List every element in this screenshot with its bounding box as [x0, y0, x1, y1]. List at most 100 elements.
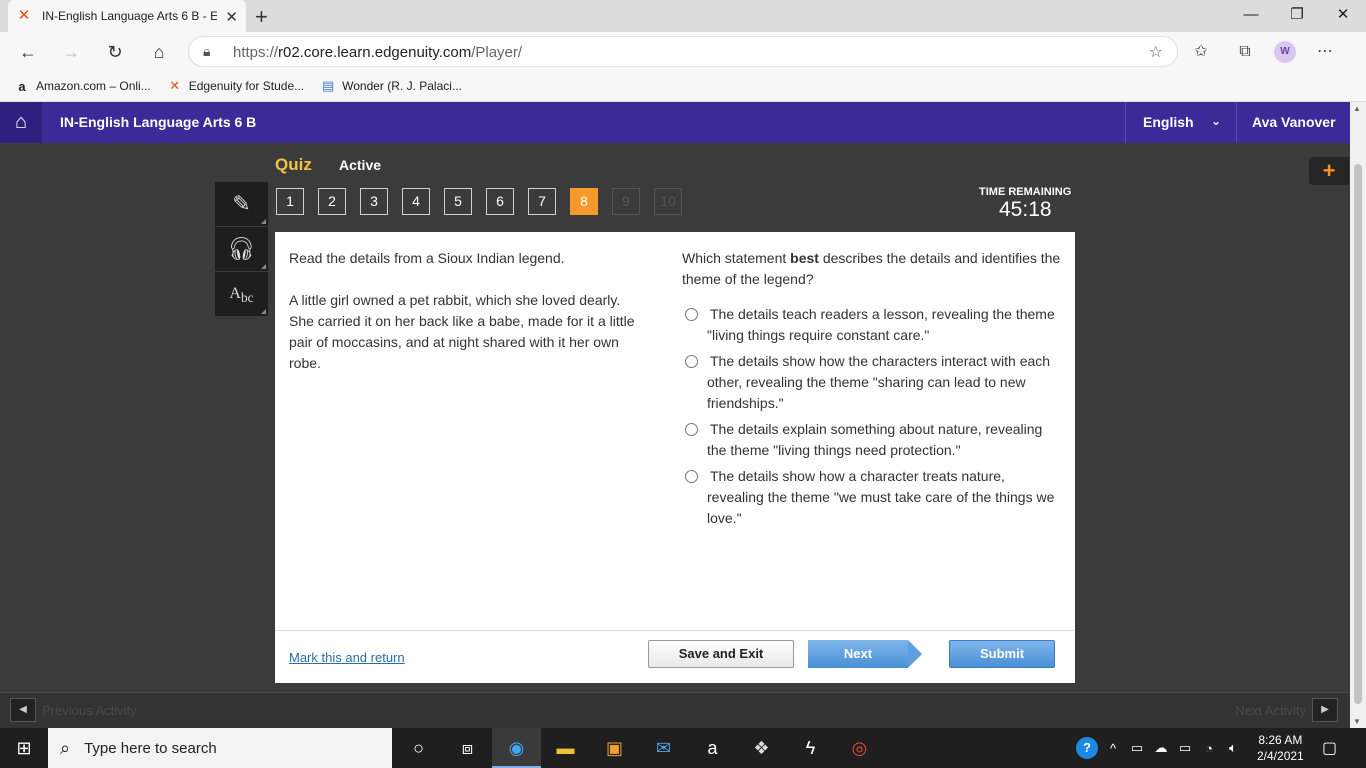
question-panel: Read the details from a Sioux Indian leg…	[275, 232, 1075, 683]
windows-taskbar: ⊞ ⌕ Type here to search ○ ⧈ ◉ ▬ ▣ ✉ a ❖ …	[0, 728, 1366, 768]
windows-start-icon[interactable]: ⊞	[0, 728, 48, 768]
quiz-label: Quiz	[275, 155, 312, 174]
option-text: The details show how the characters inte…	[707, 353, 1051, 411]
task-view-icon[interactable]: ⧈	[443, 728, 492, 768]
plus-icon[interactable]: +	[1309, 157, 1349, 185]
lock-icon[interactable]: 🔒︎	[203, 43, 210, 60]
clock-time: 8:26 AM	[1258, 733, 1303, 747]
radio-button[interactable]	[685, 470, 698, 483]
answer-option-1[interactable]: The details teach readers a lesson, reve…	[682, 304, 1062, 346]
question-number-4[interactable]: 4	[402, 188, 430, 215]
tab-close-icon[interactable]: ✕	[225, 8, 238, 26]
file-explorer-icon[interactable]: ▬	[541, 728, 590, 768]
taskbar-search[interactable]: ⌕ Type here to search	[48, 728, 392, 768]
add-favorite-icon[interactable]: ☆	[1149, 42, 1163, 62]
forward-icon[interactable]: →	[57, 38, 85, 66]
mail-icon[interactable]: ✉	[639, 728, 688, 768]
question-number-10: 10	[654, 188, 682, 215]
collections-icon[interactable]: ⧉	[1230, 38, 1260, 66]
radio-button[interactable]	[685, 355, 698, 368]
bookmark-wonder[interactable]: ▤ Wonder (R. J. Palaci...	[320, 78, 462, 94]
previous-activity-label: Previous Activity	[42, 703, 137, 718]
lightning-icon[interactable]: ϟ	[786, 728, 835, 768]
pencil-icon[interactable]: ✎	[215, 182, 268, 226]
help-icon[interactable]: ?	[1076, 737, 1098, 759]
course-home-icon[interactable]: ⌂	[0, 102, 42, 143]
store-icon[interactable]: ▣	[590, 728, 639, 768]
answer-option-2[interactable]: The details show how the characters inte…	[682, 351, 1062, 414]
question-number-5[interactable]: 5	[444, 188, 472, 215]
scroll-down-icon[interactable]: ▼	[1353, 717, 1361, 726]
scroll-up-icon[interactable]: ▲	[1353, 104, 1361, 113]
user-name[interactable]: Ava Vanover	[1236, 102, 1350, 143]
book-icon: ▤	[321, 78, 335, 93]
dictionary-icon[interactable]: Abc	[215, 272, 268, 316]
course-header: ⌂ IN-English Language Arts 6 B English ⌄…	[0, 102, 1350, 143]
question-number-2[interactable]: 2	[318, 188, 346, 215]
passage-intro: Read the details from a Sioux Indian leg…	[289, 250, 565, 266]
meet-now-icon[interactable]: ▭	[1128, 740, 1146, 756]
home-icon[interactable]: ⌂	[145, 38, 173, 66]
more-menu-icon[interactable]: ⋯	[1310, 38, 1340, 66]
question-number-1[interactable]: 1	[276, 188, 304, 215]
time-remaining-label: TIME REMAINING	[979, 186, 1072, 198]
minimize-icon[interactable]: —	[1228, 0, 1274, 32]
onedrive-icon[interactable]: ☁	[1152, 740, 1170, 756]
chevron-down-icon: ⌄	[1210, 114, 1221, 128]
passage-text: A little girl owned a pet rabbit, which …	[289, 292, 635, 371]
question-number-6[interactable]: 6	[486, 188, 514, 215]
headphones-icon[interactable]: 🎧︎	[215, 227, 268, 271]
bookmark-label: Amazon.com – Onli...	[36, 79, 151, 93]
address-bar[interactable]: 🔒︎ https://r02.core.learn.edgenuity.com/…	[188, 36, 1178, 67]
answer-option-3[interactable]: The details explain something about natu…	[682, 419, 1062, 461]
submit-button[interactable]: Submit	[949, 640, 1055, 668]
question-number-7[interactable]: 7	[528, 188, 556, 215]
question-number-8-current[interactable]: 8	[570, 188, 598, 215]
question-number-3[interactable]: 3	[360, 188, 388, 215]
next-activity-button[interactable]: ▶	[1312, 698, 1338, 722]
restore-icon[interactable]: ❐	[1274, 0, 1320, 32]
bookmark-edgenuity[interactable]: ✕ Edgenuity for Stude...	[167, 78, 304, 94]
url-text: https://r02.core.learn.edgenuity.com/Pla…	[233, 44, 523, 61]
volume-icon[interactable]: 🔈︎	[1224, 740, 1242, 756]
scroll-thumb[interactable]	[1354, 164, 1362, 704]
taskbar-clock[interactable]: 8:26 AM 2/4/2021	[1257, 732, 1304, 764]
save-and-exit-button[interactable]: Save and Exit	[648, 640, 794, 668]
dropbox-icon[interactable]: ❖	[737, 728, 786, 768]
answer-option-4[interactable]: The details show how a character treats …	[682, 466, 1062, 529]
amazon-app-icon[interactable]: a	[688, 728, 737, 768]
question-navigator: 1 2 3 4 5 6 7 8 9 10	[276, 188, 682, 215]
question-number-9: 9	[612, 188, 640, 215]
battery-icon[interactable]: ▭	[1176, 740, 1194, 756]
passage: Read the details from a Sioux Indian leg…	[289, 248, 649, 395]
taskbar-apps: ○ ⧈ ◉ ▬ ▣ ✉ a ❖ ϟ ◎	[394, 728, 884, 768]
window-close-icon[interactable]: ✕	[1320, 0, 1366, 32]
radio-button[interactable]	[685, 308, 698, 321]
favorites-icon[interactable]: ✩	[1186, 38, 1216, 66]
next-arrow-shape[interactable]	[908, 640, 922, 668]
bookmark-label: Edgenuity for Stude...	[188, 79, 305, 93]
refresh-icon[interactable]: ↻	[101, 38, 129, 66]
edge-icon[interactable]: ◉	[492, 728, 541, 768]
next-button[interactable]: Next	[808, 640, 908, 668]
quiz-tools: ✎ 🎧︎ Abc	[215, 182, 268, 317]
language-select[interactable]: English ⌄	[1125, 102, 1235, 143]
browser-tab[interactable]: ✕ IN-English Language Arts 6 B - E ✕	[8, 0, 246, 32]
profile-avatar[interactable]: W	[1274, 41, 1296, 63]
mark-and-return-link[interactable]: Mark this and return	[289, 650, 405, 665]
previous-activity-button[interactable]: ◀	[10, 698, 36, 722]
page-scrollbar[interactable]: ▲ ▼	[1350, 102, 1366, 728]
browser-tab-bar: ✕ IN-English Language Arts 6 B - E ✕ + —…	[0, 0, 1366, 32]
new-tab-icon[interactable]: +	[255, 4, 268, 30]
notifications-icon[interactable]: ▢	[1322, 738, 1337, 758]
back-icon[interactable]: ←	[14, 38, 42, 66]
bookmark-amazon[interactable]: a Amazon.com – Onli...	[14, 79, 151, 94]
chrome-icon[interactable]: ◎	[835, 728, 884, 768]
radio-button[interactable]	[685, 423, 698, 436]
option-text: The details explain something about natu…	[707, 421, 1043, 458]
chevron-up-icon[interactable]: ^	[1104, 741, 1122, 756]
cortana-icon[interactable]: ○	[394, 728, 443, 768]
wifi-icon[interactable]: ◔	[1200, 741, 1218, 756]
question-stem: Which statement best describes the detai…	[682, 250, 1061, 287]
browser-actions: ✩ ⧉ W ⋯	[1186, 38, 1340, 66]
